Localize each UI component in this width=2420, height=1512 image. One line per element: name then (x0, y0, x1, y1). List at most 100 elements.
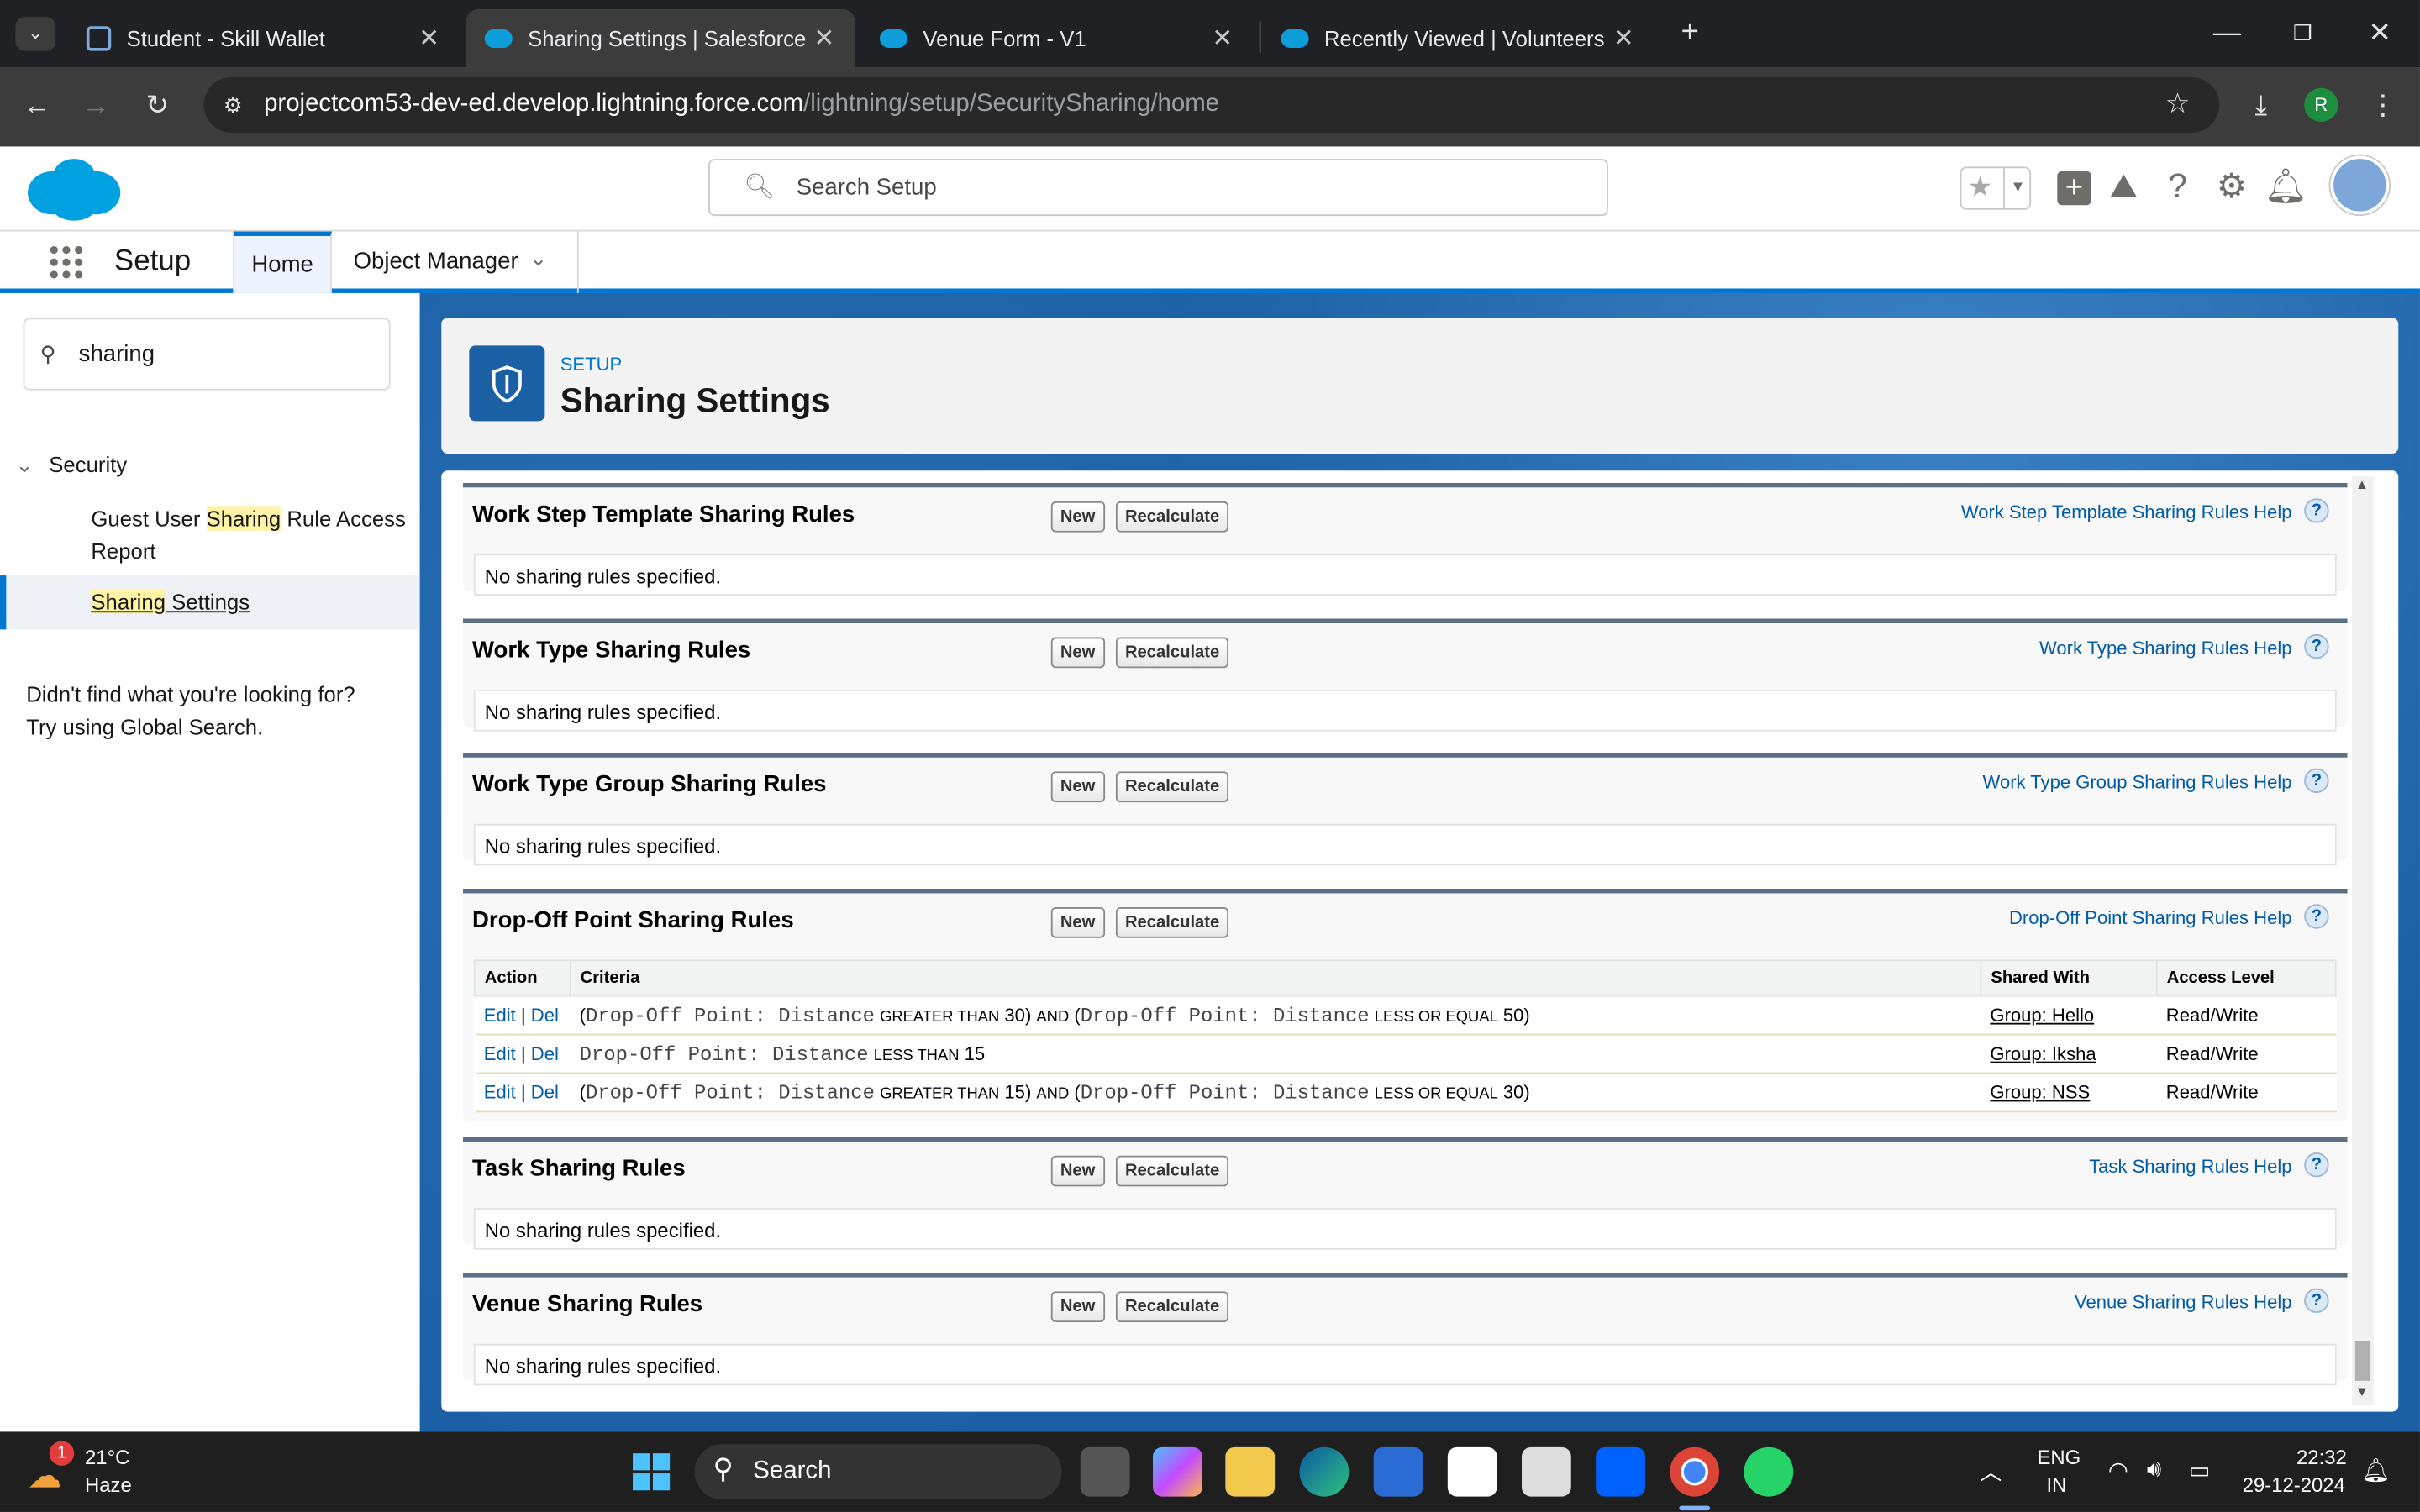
salesforce-logo[interactable] (24, 156, 124, 224)
reload-icon[interactable]: ↻ (140, 90, 174, 121)
task-view-icon[interactable] (1080, 1446, 1130, 1497)
microsoft-store-icon[interactable] (1373, 1446, 1423, 1497)
edge-icon[interactable] (1299, 1446, 1349, 1497)
tab-recently-viewed-volunteers[interactable]: Recently Viewed | Volunteers | S ✕ (1262, 9, 1655, 68)
browser-menu-icon[interactable]: ⋮ (2366, 90, 2400, 121)
help-question-icon[interactable]: ? (2304, 1288, 2329, 1314)
recalculate-button[interactable]: Recalculate (1115, 771, 1229, 803)
speaker-icon[interactable]: 🔊︎ (2147, 1457, 2161, 1483)
minimize-icon[interactable]: — (2210, 17, 2244, 48)
help-icon[interactable]: ? (2156, 165, 2199, 208)
tab-venue-form[interactable]: Venue Form - V1 ✕ (861, 9, 1254, 68)
new-button[interactable]: New (1050, 771, 1105, 803)
tab-student-skill-wallet[interactable]: Student - Skill Wallet ✕ (68, 9, 460, 68)
quick-find-input[interactable]: ⚲ sharing (23, 318, 391, 391)
battery-icon[interactable]: ▭ (2188, 1457, 2210, 1484)
new-button[interactable]: New (1050, 501, 1105, 533)
dropbox-icon[interactable] (1596, 1446, 1645, 1497)
new-button[interactable]: New (1050, 1291, 1105, 1323)
windows-start-icon[interactable] (627, 1447, 676, 1497)
help-link[interactable]: Drop-Off Point Sharing Rules Help (2009, 907, 2291, 929)
notifications-bell-icon[interactable]: 🔔︎ (2264, 165, 2307, 208)
tab-home[interactable]: Home (233, 231, 332, 293)
close-icon[interactable]: ✕ (1210, 24, 1234, 55)
edit-link[interactable]: Edit (484, 1082, 516, 1104)
language-indicator[interactable]: ENG (2037, 1446, 2081, 1469)
help-link[interactable]: Work Type Group Sharing Rules Help (1983, 771, 2292, 793)
edit-link[interactable]: Edit (484, 1005, 516, 1026)
content-scrollbar[interactable]: ▲ ▼ (2352, 476, 2374, 1406)
delete-link[interactable]: Del (531, 1043, 559, 1065)
global-actions-plus-icon[interactable]: + (2053, 165, 2096, 208)
shared-with-link[interactable]: Group: Iksha (1990, 1043, 2096, 1065)
weather-condition: Haze (85, 1473, 132, 1497)
new-button[interactable]: New (1050, 906, 1105, 938)
scroll-up-arrow-icon[interactable]: ▲ (2355, 477, 2369, 492)
edit-link[interactable]: Edit (484, 1043, 516, 1065)
chevron-down-icon[interactable]: ⌄ (529, 245, 548, 271)
restore-icon[interactable]: ❐ (2286, 17, 2319, 48)
show-hidden-icons-chevron-icon[interactable]: ︿ (1980, 1457, 2002, 1488)
security-group[interactable]: ⌄ Security (15, 452, 127, 478)
help-question-icon[interactable]: ? (2304, 633, 2329, 659)
forward-icon[interactable]: → (79, 90, 113, 121)
close-icon[interactable]: ✕ (417, 24, 441, 55)
weather-widget[interactable]: ☁ 1 (28, 1441, 75, 1495)
recalculate-button[interactable]: Recalculate (1115, 637, 1229, 669)
whatsapp-icon[interactable] (1744, 1446, 1794, 1497)
gear-icon[interactable]: ⚙ (2210, 165, 2253, 208)
profile-avatar[interactable]: R (2304, 87, 2338, 123)
chevron-down-icon[interactable]: ▼ (2003, 168, 2031, 208)
close-window-icon[interactable]: ✕ (2363, 17, 2396, 48)
sidebar-item-guest-user-report[interactable]: Guest User Sharing Rule Access Report (91, 503, 406, 568)
help-question-icon[interactable]: ? (2304, 904, 2329, 929)
favorites-button[interactable]: ★ ▼ (1960, 166, 2032, 210)
shared-with-link[interactable]: Group: Hello (1990, 1005, 2094, 1026)
delete-link[interactable]: Del (531, 1005, 559, 1026)
help-question-icon[interactable]: ? (2304, 768, 2329, 794)
search-setup-input[interactable]: 🔍︎ Search Setup (708, 159, 1608, 217)
help-link[interactable]: Venue Sharing Rules Help (2075, 1291, 2292, 1313)
scrollbar-thumb[interactable] (2354, 1341, 2371, 1381)
user-avatar[interactable] (2330, 155, 2390, 215)
help-question-icon[interactable]: ? (2304, 1152, 2329, 1178)
chrome-icon[interactable] (1670, 1446, 1720, 1497)
close-icon[interactable]: ✕ (812, 24, 836, 55)
address-bar[interactable]: ⚙ projectcom53-dev-ed.develop.lightning.… (203, 76, 2220, 133)
scroll-down-arrow-icon[interactable]: ▼ (2355, 1384, 2369, 1399)
taskbar-search[interactable]: ⚲ Search (694, 1444, 1062, 1500)
shared-with-link[interactable]: Group: NSS (1990, 1082, 2090, 1104)
recalculate-button[interactable]: Recalculate (1115, 906, 1229, 938)
help-question-icon[interactable]: ? (2304, 498, 2329, 523)
copilot-icon[interactable] (1153, 1446, 1202, 1497)
trailhead-icon[interactable]: ⛰ (2102, 165, 2145, 208)
new-button[interactable]: New (1050, 637, 1105, 669)
help-link[interactable]: Work Type Sharing Rules Help (2039, 638, 2292, 659)
bookmark-star-icon[interactable]: ☆ (2160, 88, 2194, 119)
recalculate-button[interactable]: Recalculate (1115, 1291, 1229, 1323)
site-info-icon[interactable]: ⚙ (216, 90, 250, 121)
tab-object-manager[interactable]: Object Manager ⌄ (332, 231, 579, 293)
help-link[interactable]: Task Sharing Rules Help (2089, 1156, 2291, 1178)
sidebar-item-sharing-settings[interactable]: Sharing Settings (0, 575, 420, 630)
app-launcher-icon[interactable] (48, 244, 85, 281)
notification-bell-icon[interactable]: 🔔︎ (2361, 1457, 2391, 1484)
new-button[interactable]: New (1050, 1155, 1105, 1187)
help-link[interactable]: Work Step Template Sharing Rules Help (1961, 501, 2292, 523)
tab-search-chevron-icon[interactable]: ⌄ (15, 17, 56, 51)
close-icon[interactable]: ✕ (1612, 24, 1636, 55)
amazon-icon[interactable] (1447, 1446, 1497, 1497)
clock-time[interactable]: 22:32 (2296, 1446, 2347, 1469)
new-tab-plus-icon[interactable]: + (1673, 17, 1707, 48)
recalculate-button[interactable]: Recalculate (1115, 501, 1229, 533)
download-icon[interactable]: ⤓ (2244, 90, 2278, 121)
delete-link[interactable]: Del (531, 1082, 559, 1104)
criteria-field: Drop-Off Point: Distance (586, 1080, 875, 1105)
back-icon[interactable]: ← (20, 90, 54, 121)
wifi-icon[interactable]: ◠ (2108, 1457, 2128, 1484)
file-explorer-icon[interactable] (1225, 1446, 1276, 1497)
amazon-shopping-icon[interactable] (1521, 1446, 1571, 1497)
clock-date[interactable]: 29-12-2024 (2243, 1473, 2345, 1497)
tab-sharing-settings[interactable]: Sharing Settings | Salesforce ✕ (466, 9, 855, 68)
recalculate-button[interactable]: Recalculate (1115, 1155, 1229, 1187)
